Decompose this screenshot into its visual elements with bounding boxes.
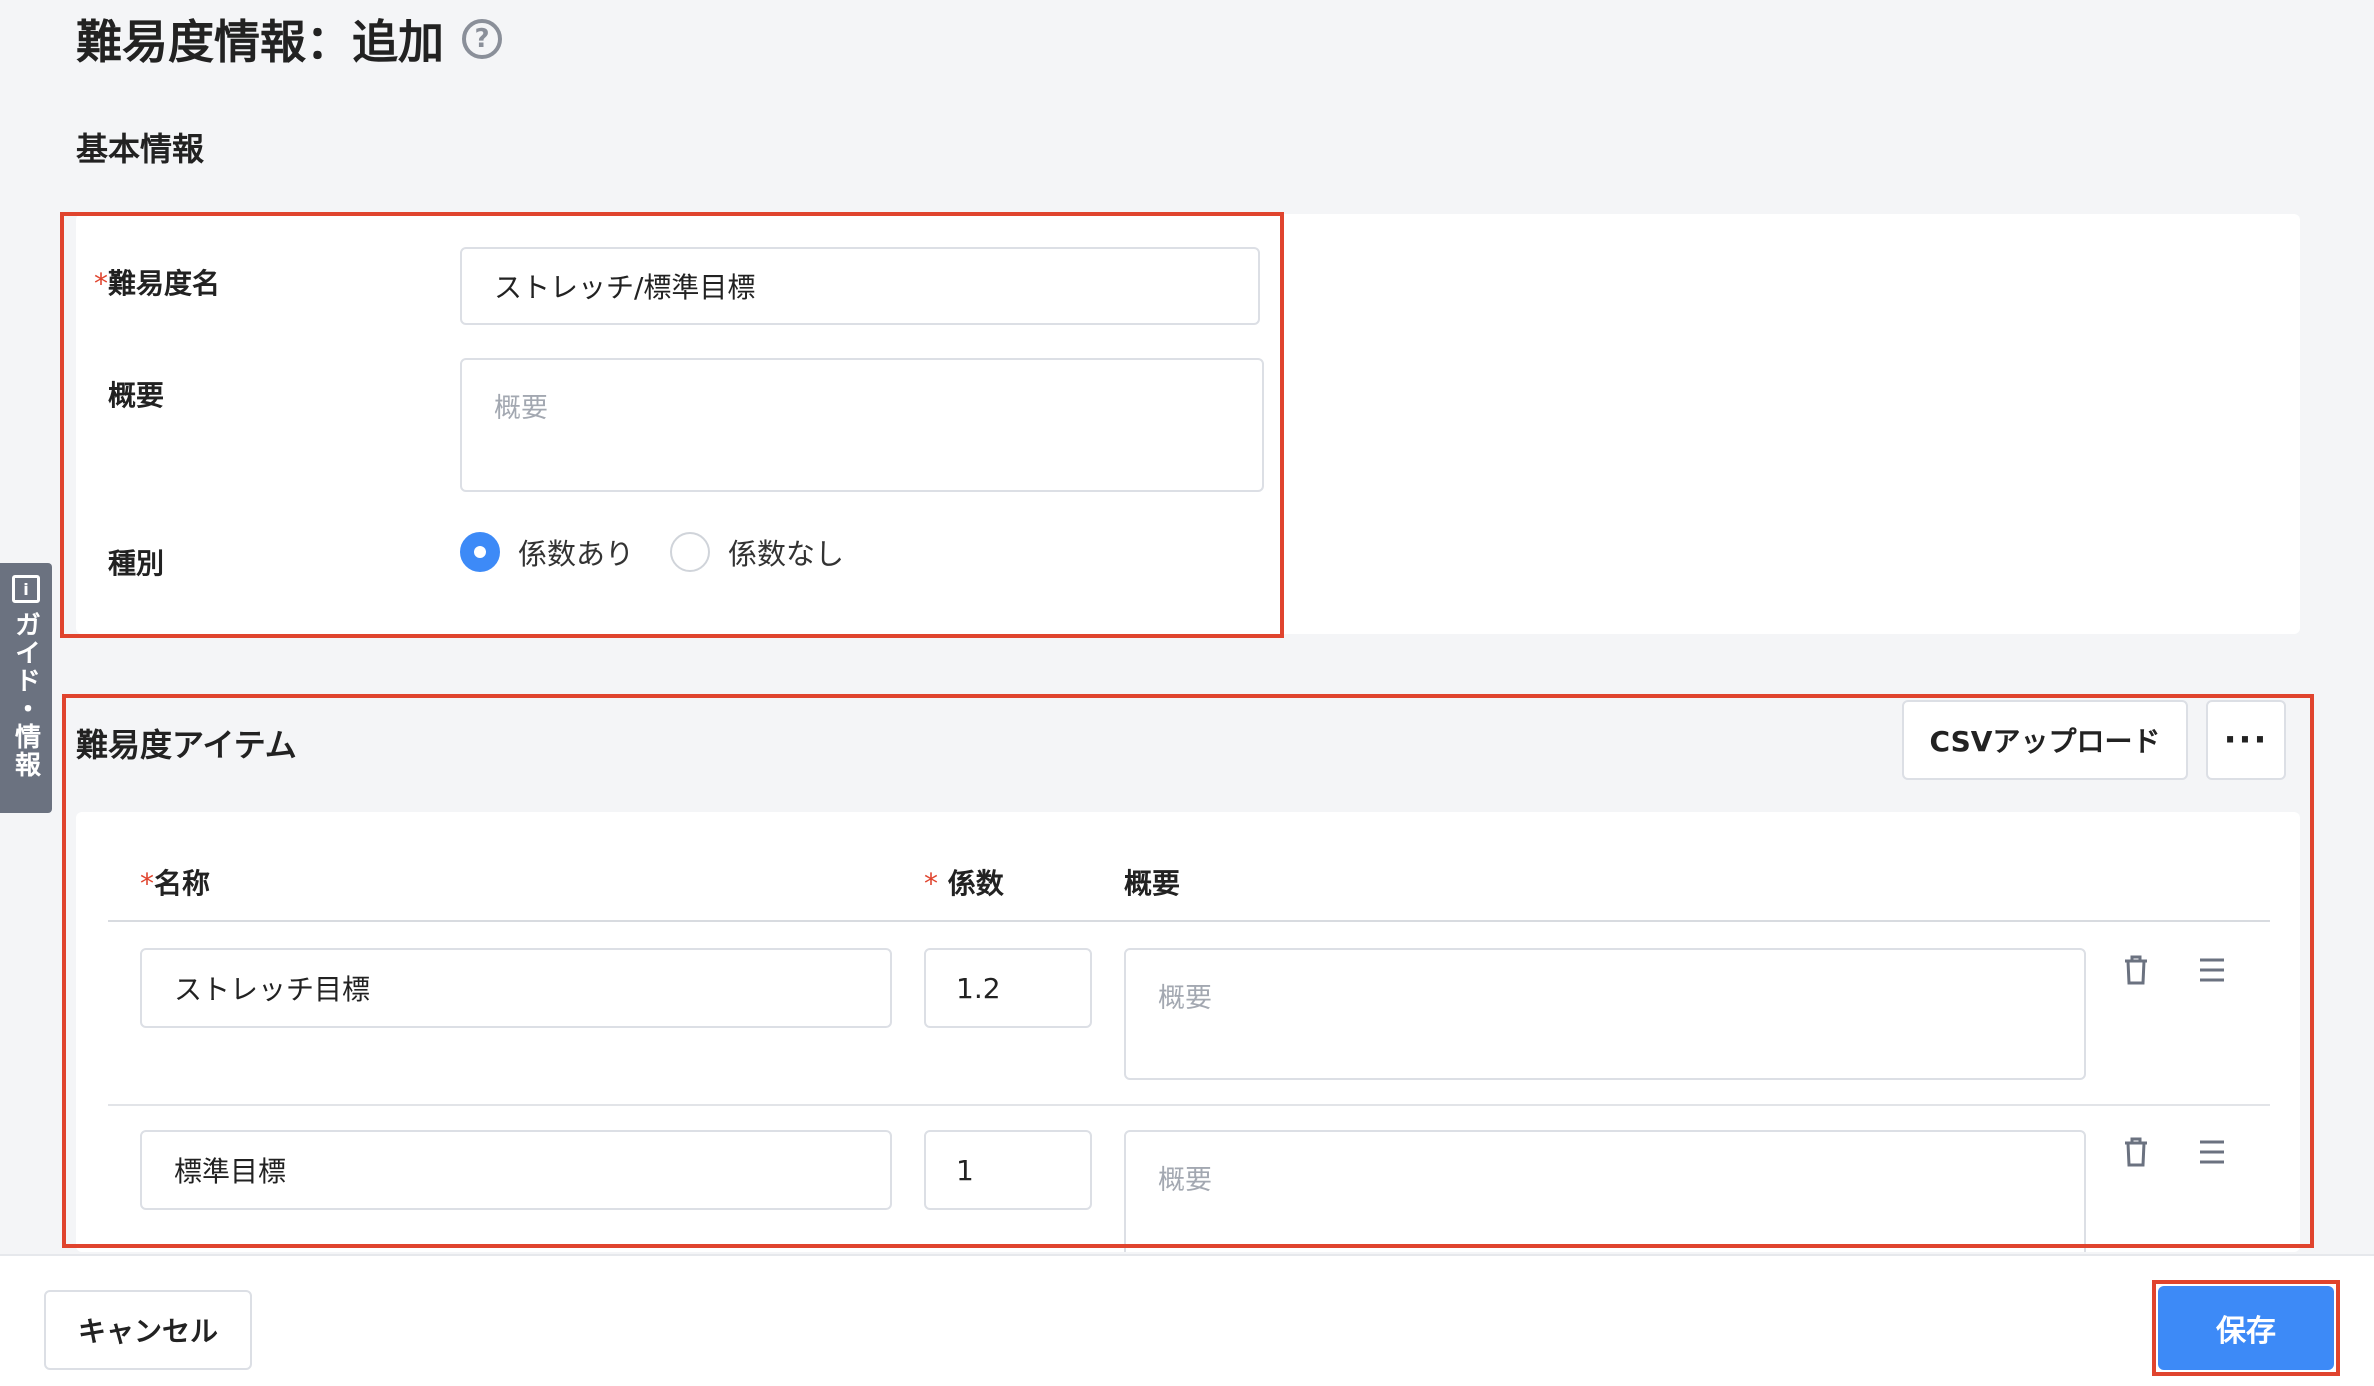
summary-label: 概要 [108, 379, 165, 412]
column-header-coef: * 係数 [924, 867, 1004, 900]
difficulty-items-card: *名称 * 係数 概要 [76, 812, 2300, 1252]
trash-icon[interactable] [2116, 1132, 2156, 1172]
radio-checked[interactable] [460, 532, 500, 572]
drag-handle-icon[interactable] [2192, 950, 2232, 990]
type-radio-group: 係数あり 係数なし [460, 531, 880, 573]
basic-info-section-label: 基本情報 [76, 130, 205, 168]
footer-bar: キャンセル 保存 [0, 1254, 2374, 1386]
guide-tab-label: ガイド・情報 [10, 611, 41, 779]
difficulty-name-label: *難易度名 [94, 267, 221, 300]
guide-info-tab[interactable]: i ガイド・情報 [0, 563, 52, 813]
page-title: 難易度情報：追加 ? [76, 6, 502, 72]
radio-unchecked[interactable] [670, 532, 711, 572]
drag-handle-icon[interactable] [2192, 1132, 2232, 1172]
header-divider [108, 920, 2270, 922]
item-summary-textarea[interactable] [1124, 948, 2086, 1080]
type-option-without-coef[interactable]: 係数なし [670, 531, 844, 573]
cancel-button[interactable]: キャンセル [44, 1290, 252, 1370]
item-summary-textarea[interactable] [1124, 1130, 2086, 1252]
info-icon: i [12, 575, 40, 603]
type-label: 種別 [108, 547, 165, 580]
item-coef-input[interactable] [924, 948, 1092, 1028]
help-icon[interactable]: ? [462, 19, 502, 59]
row-divider [108, 1104, 2270, 1106]
more-options-button[interactable]: ··· [2206, 700, 2286, 780]
save-button[interactable]: 保存 [2158, 1286, 2334, 1370]
column-header-name: *名称 [140, 867, 211, 900]
summary-textarea[interactable] [460, 358, 1264, 492]
item-name-input[interactable] [140, 1130, 892, 1210]
trash-icon[interactable] [2116, 950, 2156, 990]
type-option-with-coef[interactable]: 係数あり [460, 531, 634, 573]
item-name-input[interactable] [140, 948, 892, 1028]
csv-upload-button[interactable]: CSVアップロード [1902, 700, 2188, 780]
item-coef-input[interactable] [924, 1130, 1092, 1210]
difficulty-name-input[interactable] [460, 247, 1260, 325]
difficulty-items-title: 難易度アイテム [76, 726, 297, 764]
column-header-summary: 概要 [1124, 867, 1181, 900]
page-title-text: 難易度情報：追加 [76, 15, 444, 69]
